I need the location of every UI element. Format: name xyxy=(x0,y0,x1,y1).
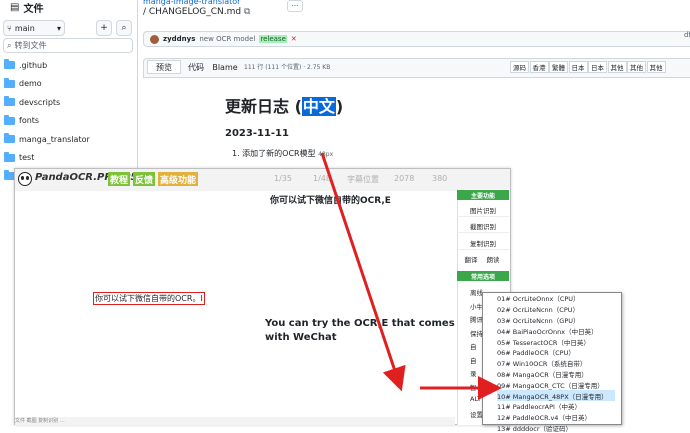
annotation-arrows xyxy=(320,152,502,400)
arrow-down xyxy=(320,152,406,392)
